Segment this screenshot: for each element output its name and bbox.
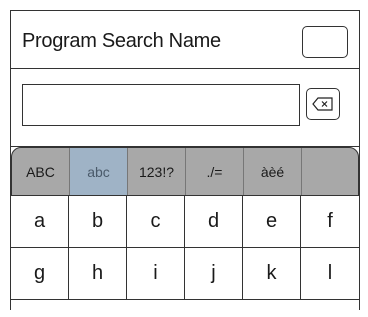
keyboard-mode-tabs: ABC abc 123!? ./= àèé xyxy=(11,147,359,196)
search-name-field[interactable] xyxy=(22,84,300,126)
tab-uppercase[interactable]: ABC xyxy=(12,148,70,195)
dialog-title: Program Search Name xyxy=(22,30,221,52)
backspace-icon xyxy=(312,97,333,111)
tab-numbers-symbols[interactable]: 123!? xyxy=(128,148,186,195)
dialog-header: Program Search Name xyxy=(11,11,359,69)
key-a[interactable]: a xyxy=(11,196,69,247)
key-row-2: g h i j k l xyxy=(11,248,359,300)
keyboard-dialog: Program Search Name ABC abc 123!? ./= àè… xyxy=(10,10,360,310)
backspace-button[interactable] xyxy=(306,88,340,120)
on-screen-keyboard: ABC abc 123!? ./= àèé a b c d e f g h i … xyxy=(11,146,359,317)
search-name-input[interactable] xyxy=(23,85,299,125)
tab-punctuation[interactable]: ./= xyxy=(186,148,244,195)
tab-lowercase[interactable]: abc xyxy=(70,148,128,195)
tab-empty[interactable] xyxy=(302,148,358,195)
key-c[interactable]: c xyxy=(127,196,185,247)
key-b[interactable]: b xyxy=(69,196,127,247)
key-grid: a b c d e f g h i j k l xyxy=(11,196,359,300)
key-e[interactable]: e xyxy=(243,196,301,247)
key-row-1: a b c d e f xyxy=(11,196,359,248)
key-f[interactable]: f xyxy=(301,196,359,247)
key-d[interactable]: d xyxy=(185,196,243,247)
tab-accented[interactable]: àèé xyxy=(244,148,302,195)
header-action-button[interactable] xyxy=(302,26,348,58)
